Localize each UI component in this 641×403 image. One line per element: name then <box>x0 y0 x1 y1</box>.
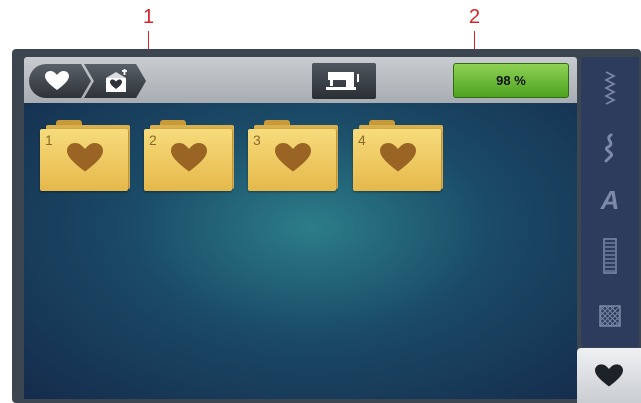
status-percentage-label: 98 % <box>496 73 526 88</box>
folder-number: 4 <box>358 132 366 148</box>
folder-3[interactable]: 3 <box>248 120 340 192</box>
folder-4[interactable]: 4 <box>353 120 445 192</box>
sidebar-item-alphabets[interactable]: A <box>581 172 639 228</box>
sidebar-item-practical-stitches[interactable] <box>581 60 639 116</box>
quilt-stitch-icon <box>599 305 621 327</box>
sidebar-item-quilt-stitches[interactable] <box>581 288 639 344</box>
practical-stitch-icon <box>604 71 616 105</box>
sewing-machine-button[interactable] <box>312 63 376 99</box>
alphabet-icon: A <box>600 184 620 215</box>
heart-icon <box>171 143 207 172</box>
status-percentage-button[interactable]: 98 % <box>453 63 569 98</box>
breadcrumb-personal-program[interactable] <box>29 64 91 98</box>
heart-icon <box>45 71 69 90</box>
decorative-stitch-icon <box>604 133 613 163</box>
sidebar-item-personal-program[interactable] <box>577 348 641 403</box>
heart-box-icon <box>106 69 127 92</box>
buttonhole-icon <box>603 238 617 274</box>
heart-icon <box>67 143 103 172</box>
folder-number: 1 <box>45 132 53 148</box>
heart-icon <box>275 143 311 172</box>
folder-number: 2 <box>149 132 157 148</box>
sidebar-item-buttonholes[interactable] <box>581 228 639 284</box>
callout-2-label: 2 <box>469 6 481 28</box>
folder-number: 3 <box>253 132 261 148</box>
personal-program-heart-icon <box>595 363 623 386</box>
callout-1-label: 1 <box>143 6 155 28</box>
sidebar-item-decorative-stitches[interactable] <box>581 120 639 176</box>
folder-1[interactable]: 1 <box>40 120 132 192</box>
sewing-machine-icon <box>326 72 359 90</box>
folder-2[interactable]: 2 <box>144 120 236 192</box>
heart-icon <box>380 143 416 172</box>
